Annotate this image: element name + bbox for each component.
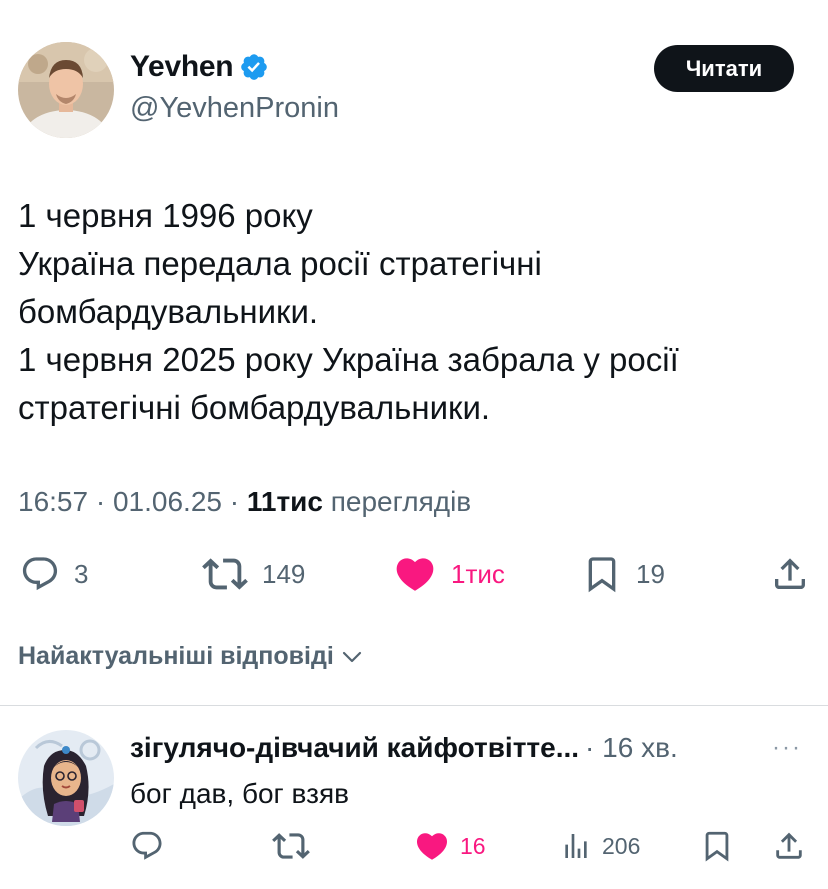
share-button[interactable] (770, 548, 810, 600)
tweet-text-line: бомбардувальники. (18, 293, 319, 330)
reply-count: 3 (74, 558, 89, 589)
author-name-text[interactable]: Yevhen (130, 50, 234, 84)
reply-icon (22, 557, 58, 591)
reply-icon (132, 831, 162, 860)
bookmark-button[interactable]: 19 (582, 548, 665, 600)
author-name[interactable]: Yevhen (130, 50, 269, 84)
bookmark-icon (588, 557, 616, 593)
meta-separator: · (221, 486, 247, 517)
reply-actions: 16 206 (0, 824, 828, 868)
chevron-down-icon (342, 651, 361, 662)
reply-item[interactable]: зігулячо-дівчачий кайфотвітте... · 16 хв… (0, 706, 828, 889)
bookmark-icon (705, 831, 729, 862)
reply-share-button[interactable] (772, 824, 806, 868)
replies-sort-label: Найактуальніші відповіді (18, 642, 334, 670)
tweet-time[interactable]: 16:57 (18, 486, 88, 517)
repost-button[interactable]: 149 (202, 548, 305, 600)
reply-bookmark-button[interactable] (700, 824, 734, 868)
verified-badge-icon (241, 54, 268, 80)
more-icon[interactable]: ··· (772, 734, 802, 762)
views-icon (565, 834, 587, 858)
reply-reply-button[interactable] (130, 824, 164, 868)
tweet-text-line: 1 червня 1996 року (18, 197, 313, 234)
reply-like-count: 16 (460, 832, 486, 859)
tweet-actions: 3 149 1тис 19 (0, 548, 828, 600)
reply-button[interactable]: 3 (20, 548, 88, 600)
bookmark-count: 19 (636, 558, 665, 589)
reply-time[interactable]: · 16 хв. (585, 732, 678, 764)
reply-like-button[interactable]: 16 (414, 824, 486, 868)
tweet-meta: 16:57 · 01.06.25 · 11тис переглядів (18, 486, 471, 518)
like-button[interactable]: 1тис (393, 548, 505, 600)
repost-icon (202, 558, 248, 590)
tweet-date[interactable]: 01.06.25 (113, 486, 222, 517)
reply-views-button[interactable]: 206 (560, 824, 640, 868)
share-icon (776, 832, 802, 859)
author-handle[interactable]: @YevhenPronin (130, 92, 339, 125)
meta-separator: · (88, 486, 113, 517)
reply-author-name[interactable]: зігулячо-дівчачий кайфотвітте... (130, 732, 579, 764)
author-avatar[interactable] (18, 42, 114, 138)
replies-sort-dropdown[interactable]: Найактуальніші відповіді (18, 642, 364, 671)
follow-button[interactable]: Читати (654, 45, 794, 92)
repost-count: 149 (262, 558, 306, 589)
tweet-text-line: Україна передала росії стратегічні (18, 245, 542, 282)
views-label: переглядів (322, 486, 472, 517)
tweet-text: 1 червня 1996 року Україна передала росі… (18, 192, 808, 432)
views-count[interactable]: 11тис (247, 486, 323, 517)
reply-views-count: 206 (602, 832, 641, 859)
share-icon (775, 558, 805, 589)
reply-header: зігулячо-дівчачий кайфотвітте... · 16 хв… (130, 732, 678, 764)
like-icon (416, 833, 448, 860)
reply-repost-button[interactable] (272, 824, 310, 868)
like-icon (396, 558, 434, 591)
tweet-text-line: стратегічні бомбардувальники. (18, 389, 491, 426)
tweet-text-line: 1 червня 2025 року Україна забрала у рос… (18, 341, 679, 378)
reply-author-avatar[interactable] (18, 730, 114, 826)
tweet: Yevhen @YevhenPronin Читати 1 червня 199… (0, 0, 828, 705)
like-count: 1тис (451, 558, 505, 589)
repost-icon (272, 833, 310, 859)
reply-text: бог дав, бог взяв (130, 778, 349, 809)
